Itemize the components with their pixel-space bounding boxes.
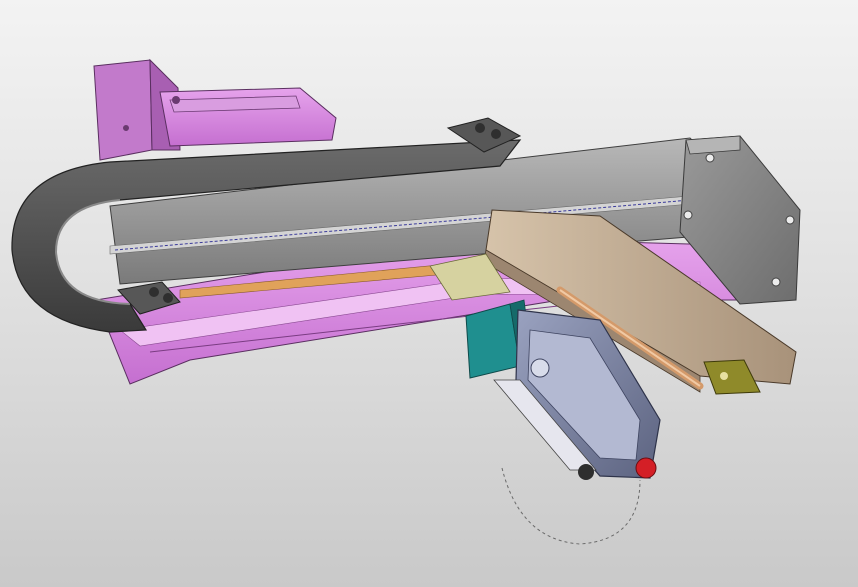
motor-mount bbox=[93, 58, 337, 161]
motion-path-arc bbox=[501, 467, 641, 545]
cad-model-render bbox=[11, 58, 801, 545]
cad-viewport[interactable] bbox=[0, 0, 858, 587]
